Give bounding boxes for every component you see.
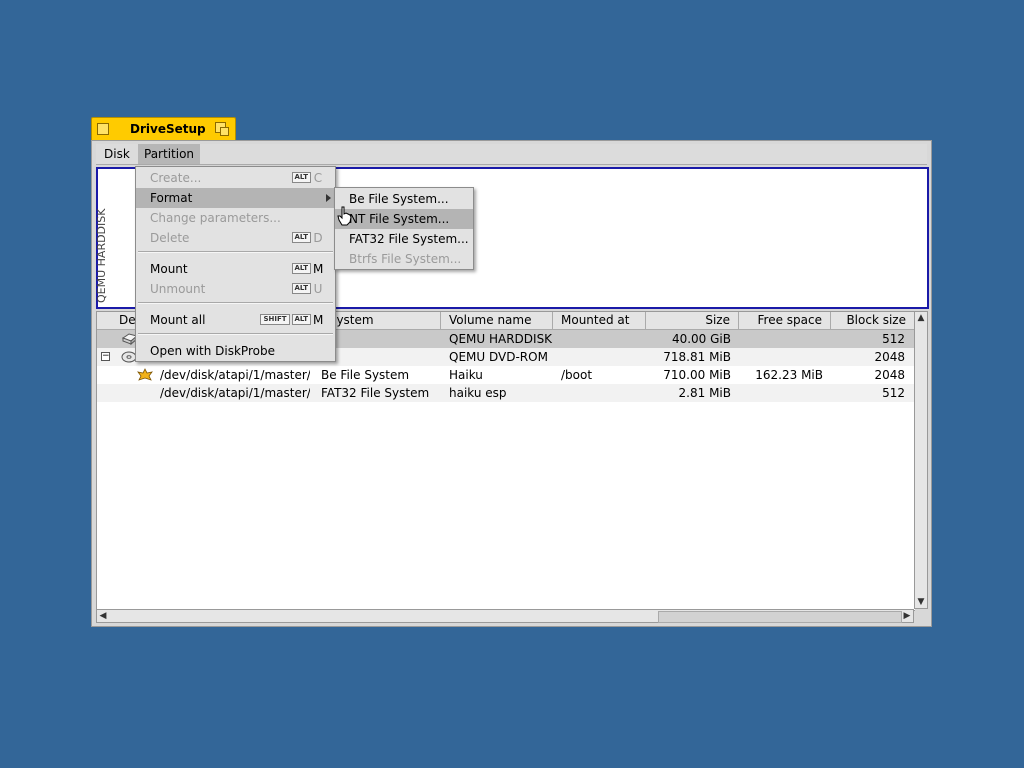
cell-size: 2.81 MiB	[678, 386, 731, 400]
table-row[interactable]: /dev/disk/atapi/1/master/0 Be File Syste…	[97, 366, 915, 384]
menu-bar: Disk Partition	[96, 144, 927, 165]
menu-item-mount-all[interactable]: Mount all SHIFT ALT M	[136, 310, 335, 330]
column-mounted-at[interactable]: Mounted at	[553, 312, 646, 329]
cell-filesystem: Be File System	[321, 368, 410, 382]
column-block-size[interactable]: Block size	[831, 312, 915, 329]
table-row[interactable]: /dev/disk/atapi/1/master/1 FAT32 File Sy…	[97, 384, 915, 402]
cell-device: /dev/disk/atapi/1/master/0	[160, 368, 310, 382]
scroll-right-icon[interactable]: ▶	[901, 610, 913, 622]
hand-cursor-icon	[337, 206, 352, 226]
menu-item-be-file-system[interactable]: Be File System...	[335, 189, 473, 209]
cell-block-size: 512	[882, 386, 905, 400]
window-title: DriveSetup	[130, 122, 206, 136]
cell-volume: QEMU DVD-ROM	[449, 350, 548, 364]
column-volume-name[interactable]: Volume name	[441, 312, 553, 329]
column-size[interactable]: Size	[646, 312, 739, 329]
menu-disk[interactable]: Disk	[98, 144, 136, 164]
scroll-down-icon[interactable]: ▼	[915, 596, 927, 608]
format-submenu: Be File System... NT File System... FAT3…	[334, 187, 474, 270]
submenu-arrow-icon	[326, 194, 331, 202]
cell-block-size: 2048	[874, 368, 905, 382]
menu-item-nt-file-system[interactable]: NT File System...	[335, 209, 473, 229]
menu-item-unmount[interactable]: Unmount ALT U	[136, 279, 335, 299]
cell-free: 162.23 MiB	[755, 368, 823, 382]
menu-item-open-with-diskprobe[interactable]: Open with DiskProbe	[136, 341, 335, 361]
cell-device: /dev/disk/atapi/1/master/1	[160, 386, 310, 400]
cell-volume: Haiku	[449, 368, 483, 382]
cell-mounted: /boot	[561, 368, 593, 382]
menu-separator	[138, 251, 333, 253]
cell-block-size: 2048	[874, 350, 905, 364]
menu-item-mount[interactable]: Mount ALT M	[136, 259, 335, 279]
haiku-leaf-icon	[137, 368, 153, 381]
cell-filesystem: FAT32 File System	[321, 386, 430, 400]
scroll-up-icon[interactable]: ▲	[915, 312, 927, 324]
collapse-icon[interactable]: −	[101, 352, 110, 361]
cell-size: 710.00 MiB	[663, 368, 731, 382]
menu-separator	[138, 333, 333, 335]
menu-item-format[interactable]: Format	[136, 188, 335, 208]
vertical-scrollbar[interactable]: ▲ ▼	[914, 311, 928, 609]
horizontal-scrollbar[interactable]: ◀ ▶	[96, 609, 914, 623]
menu-item-delete[interactable]: Delete ALT D	[136, 228, 335, 248]
menu-item-fat32-file-system[interactable]: FAT32 File System...	[335, 229, 473, 249]
cell-block-size: 512	[882, 332, 905, 346]
cell-volume: QEMU HARDDISK	[449, 332, 553, 346]
close-box-icon[interactable]	[97, 123, 109, 135]
zoom-box-icon[interactable]	[215, 122, 230, 137]
window-tab[interactable]: DriveSetup	[91, 117, 236, 141]
partition-menu: Create... ALT C Format Change parameters.…	[135, 166, 336, 362]
disk-map-label: QEMU HARDDISK	[95, 208, 108, 303]
menu-partition[interactable]: Partition	[138, 144, 201, 164]
cell-volume: haiku esp	[449, 386, 507, 400]
cell-size: 718.81 MiB	[663, 350, 731, 364]
column-free-space[interactable]: Free space	[739, 312, 831, 329]
cell-size: 40.00 GiB	[671, 332, 731, 346]
horizontal-scroll-thumb[interactable]	[658, 611, 902, 623]
menu-separator	[138, 302, 333, 304]
menu-item-change-parameters[interactable]: Change parameters...	[136, 208, 335, 228]
menu-item-btrfs-file-system[interactable]: Btrfs File System...	[335, 249, 473, 269]
scroll-left-icon[interactable]: ◀	[97, 610, 109, 622]
menu-item-create[interactable]: Create... ALT C	[136, 168, 335, 188]
